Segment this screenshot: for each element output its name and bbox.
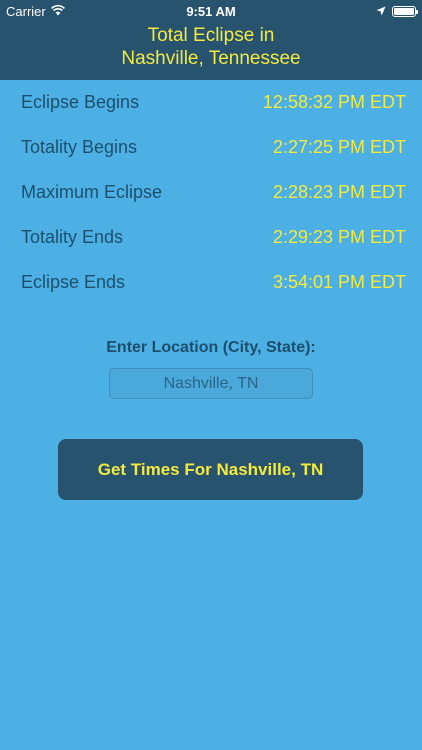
- location-arrow-icon: [376, 4, 386, 19]
- get-times-button[interactable]: Get Times For Nashville, TN: [58, 439, 363, 500]
- time-row-value: 12:58:32 PM EDT: [262, 92, 406, 112]
- time-row-label: Eclipse Ends: [21, 272, 126, 292]
- eclipse-times-list: Eclipse Begins 12:58:32 PM EDT Totality …: [0, 82, 422, 307]
- time-row-label: Totality Begins: [21, 137, 138, 157]
- location-label: Enter Location (City, State):: [106, 339, 316, 356]
- time-row-value: 2:28:23 PM EDT: [272, 182, 406, 202]
- time-row-totality-ends: Totality Ends 2:29:23 PM EDT: [0, 217, 422, 262]
- header-bar: Carrier 9:51 AM Total Eclipse in Nashvil…: [0, 0, 422, 80]
- time-row-value: 2:27:25 PM EDT: [272, 137, 406, 157]
- time-row-totality-begins: Totality Begins 2:27:25 PM EDT: [0, 127, 422, 172]
- time-row-label: Eclipse Begins: [21, 92, 140, 112]
- time-row-maximum-eclipse: Maximum Eclipse 2:28:23 PM EDT: [0, 172, 422, 217]
- time-row-value: 2:29:23 PM EDT: [272, 227, 406, 247]
- time-row-eclipse-begins: Eclipse Begins 12:58:32 PM EDT: [0, 82, 422, 127]
- battery-level: [394, 8, 414, 15]
- page-title: Total Eclipse in Nashville, Tennessee: [0, 24, 422, 70]
- get-times-button-label: Get Times For Nashville, TN: [97, 459, 324, 479]
- time-row-value: 3:54:01 PM EDT: [272, 272, 406, 292]
- location-input[interactable]: [109, 368, 313, 399]
- battery-tip: [416, 10, 418, 14]
- page-title-line-2: Nashville, Tennessee: [121, 48, 301, 69]
- time-row-label: Maximum Eclipse: [21, 182, 163, 202]
- status-bar: Carrier 9:51 AM: [0, 0, 422, 22]
- status-right-group: [376, 4, 418, 19]
- page-title-line-1: Total Eclipse in: [147, 25, 275, 46]
- status-time: 9:51 AM: [186, 4, 236, 19]
- time-row-eclipse-ends: Eclipse Ends 3:54:01 PM EDT: [0, 262, 422, 307]
- time-row-label: Totality Ends: [21, 227, 124, 247]
- battery-icon: [392, 6, 418, 17]
